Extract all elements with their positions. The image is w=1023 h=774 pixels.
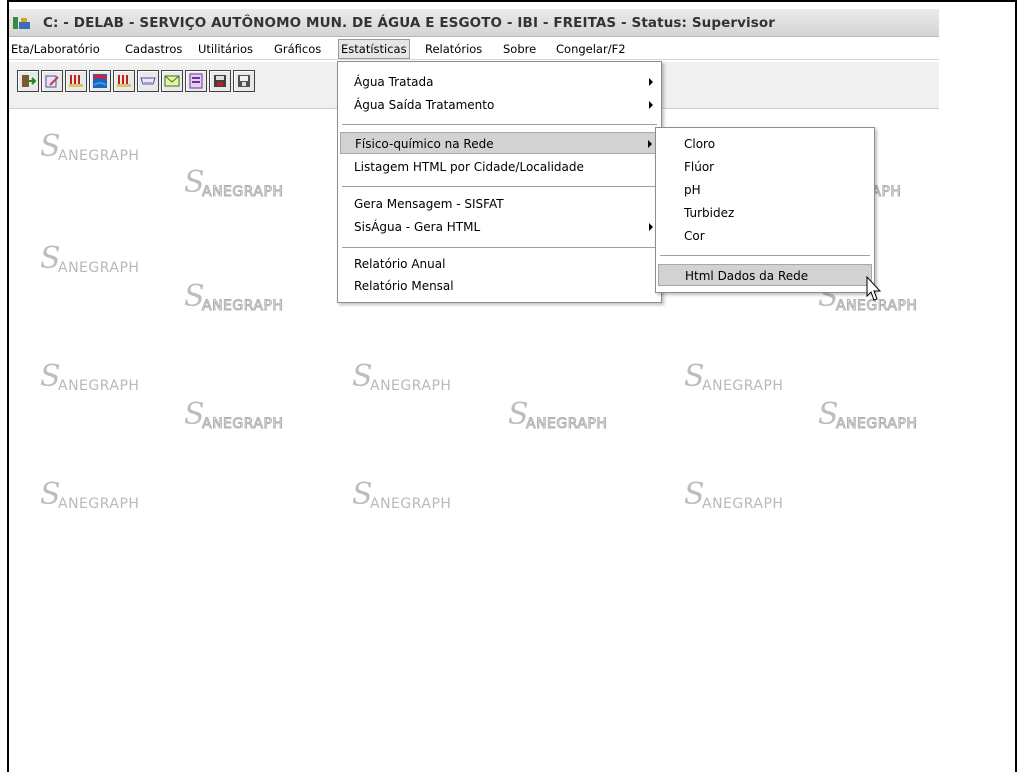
disk-icon [214, 75, 226, 87]
chart2-button[interactable] [113, 70, 135, 92]
submenu-html-dados-rede[interactable]: Html Dados da Rede [658, 264, 872, 286]
menu-separator [342, 186, 657, 188]
window-title: C: - DELAB - SERVIÇO AUTÔNOMO MUN. DE ÁG… [43, 15, 776, 31]
menu-agua-saida-tratamento[interactable]: Água Saída Tratamento [340, 94, 659, 116]
menu-estatisticas[interactable]: Estatísticas [338, 39, 410, 59]
flow-icon [93, 74, 107, 88]
submenu-cor[interactable]: Cor [658, 225, 872, 247]
menu-relatorios[interactable]: Relatórios [423, 40, 484, 58]
menu-separator [342, 124, 657, 126]
exit-icon [22, 75, 36, 87]
title-bar: C: - DELAB - SERVIÇO AUTÔNOMO MUN. DE ÁG… [9, 9, 939, 37]
disk-button[interactable] [209, 70, 231, 92]
submenu-ph[interactable]: pH [658, 179, 872, 201]
menu-sisagua-gera-html[interactable]: SisÁgua - Gera HTML [340, 216, 659, 238]
app-icon [13, 15, 31, 29]
menu-bar: Eta/Laboratório Cadastros Utilitários Gr… [9, 38, 939, 60]
menu-separator [342, 247, 657, 249]
email-button[interactable] [161, 70, 183, 92]
menu-cadastros[interactable]: Cadastros [123, 40, 184, 58]
menu-agua-tratada[interactable]: Água Tratada [340, 71, 659, 93]
edit-icon [45, 75, 59, 88]
menu-sobre[interactable]: Sobre [501, 40, 538, 58]
network-submenu: Cloro Flúor pH Turbidez Cor Html Dados d… [655, 127, 875, 293]
list-icon [189, 73, 203, 89]
submenu-arrow-icon [648, 140, 652, 148]
submenu-arrow-icon [649, 223, 653, 231]
save-icon [238, 75, 250, 87]
submenu-arrow-icon [649, 78, 653, 86]
list-button[interactable] [185, 70, 207, 92]
printer-icon [140, 77, 156, 85]
chart-icon [117, 75, 131, 87]
menu-utilitarios[interactable]: Utilitários [196, 40, 255, 58]
chart-button[interactable] [65, 70, 87, 92]
menu-separator [660, 255, 870, 257]
email-icon [164, 75, 180, 87]
save-button[interactable] [233, 70, 255, 92]
menu-eta-laboratorio[interactable]: Eta/Laboratório [9, 40, 102, 58]
exit-button[interactable] [17, 70, 39, 92]
submenu-fluor[interactable]: Flúor [658, 156, 872, 178]
menu-relatorio-anual[interactable]: Relatório Anual [340, 253, 659, 275]
menu-congelar[interactable]: Congelar/F2 [554, 40, 628, 58]
chart-icon [69, 75, 83, 87]
flow-button[interactable] [89, 70, 111, 92]
mouse-cursor-icon [866, 275, 882, 306]
menu-fisico-quimico-rede[interactable]: Físico-químico na Rede [340, 132, 659, 154]
menu-graficos[interactable]: Gráficos [272, 40, 323, 58]
menu-relatorio-mensal[interactable]: Relatório Mensal [340, 275, 659, 297]
submenu-turbidez[interactable]: Turbidez [658, 202, 872, 224]
submenu-arrow-icon [649, 101, 653, 109]
menu-gera-mensagem-sisfat[interactable]: Gera Mensagem - SISFAT [340, 193, 659, 215]
statistics-menu: Água Tratada Água Saída Tratamento Físic… [337, 61, 662, 303]
menu-listagem-html[interactable]: Listagem HTML por Cidade/Localidade [340, 156, 659, 178]
edit-button[interactable] [41, 70, 63, 92]
print-button[interactable] [137, 70, 159, 92]
submenu-cloro[interactable]: Cloro [658, 133, 872, 155]
